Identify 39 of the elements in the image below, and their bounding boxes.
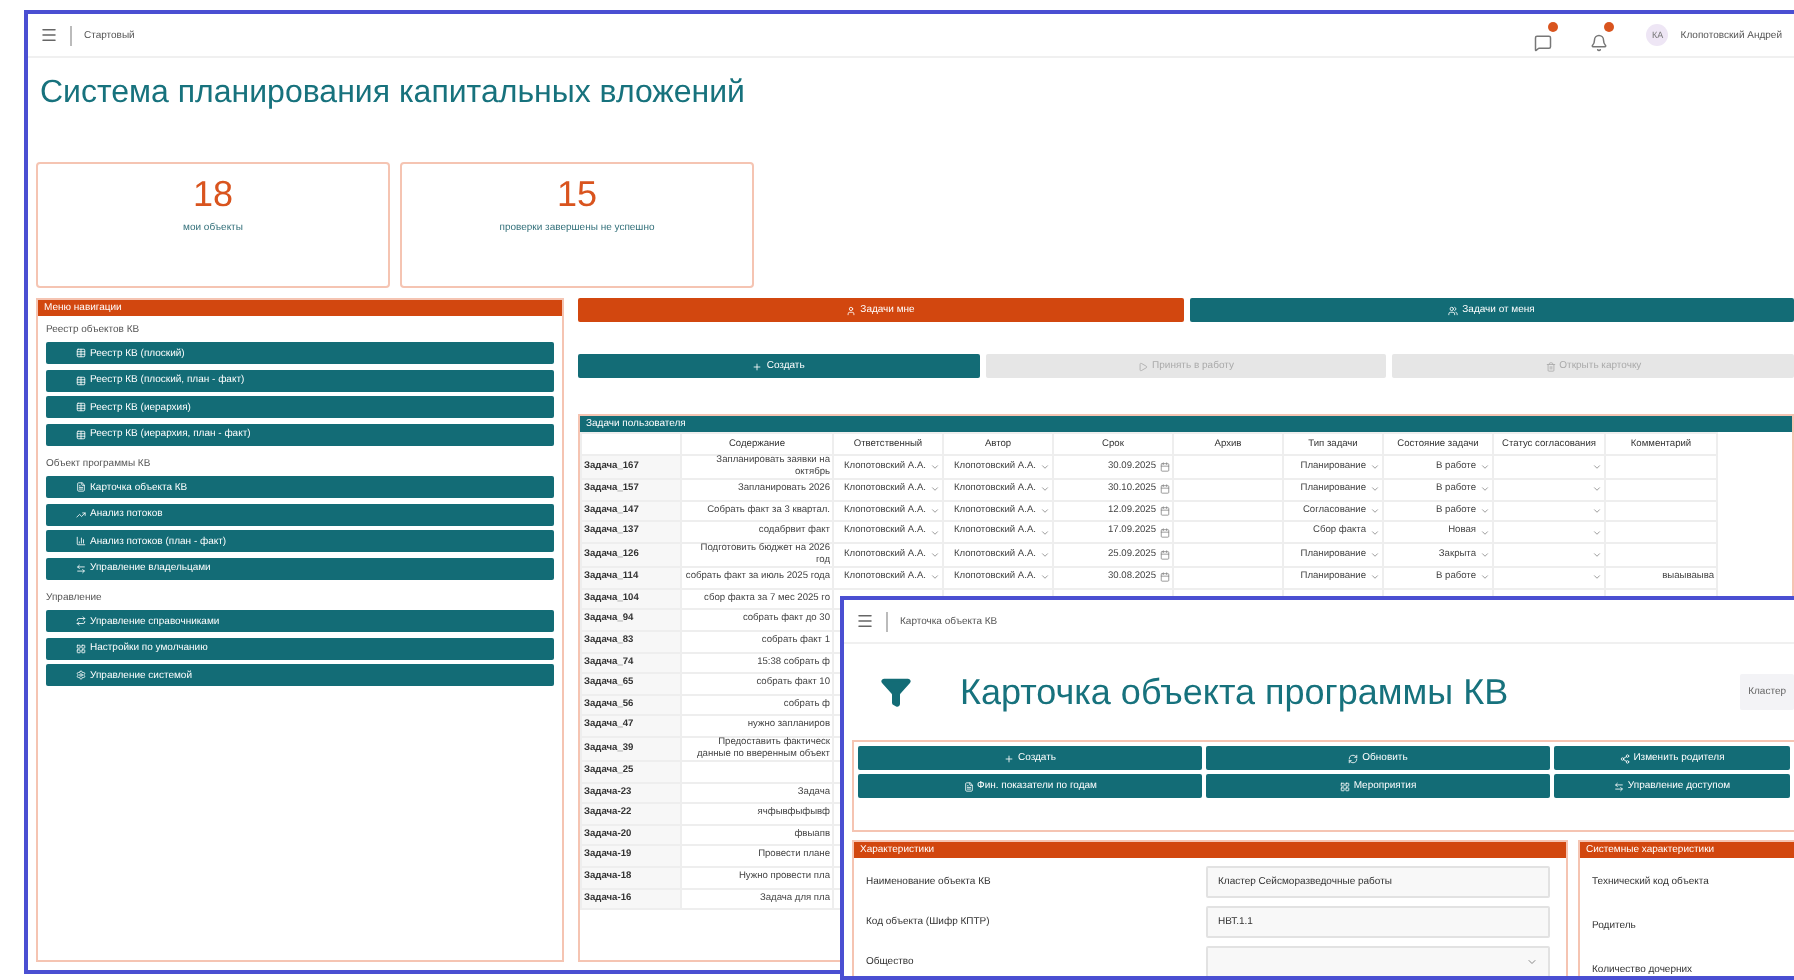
line-chart-icon: [76, 509, 86, 519]
filter-icon: [880, 676, 912, 708]
select-field[interactable]: [1206, 946, 1550, 976]
menu-icon[interactable]: [856, 612, 874, 630]
grid-icon: [76, 643, 86, 653]
refresh-icon: [1348, 753, 1359, 763]
play-icon: [1138, 361, 1149, 371]
chat-button[interactable]: [1534, 25, 1555, 45]
document-icon: [963, 781, 974, 791]
calendar-icon: [1160, 572, 1170, 583]
settings-icon: [76, 670, 86, 680]
trash-icon: [1545, 361, 1556, 371]
users-icon: [1448, 305, 1459, 315]
calendar-icon: [1160, 527, 1170, 538]
table-icon: [76, 402, 86, 412]
bar-chart-icon: [76, 536, 86, 546]
stat-value: 18: [192, 174, 234, 216]
plus-icon: [1003, 753, 1014, 763]
table-icon: [76, 348, 86, 358]
arrows-icon: [1613, 781, 1624, 791]
arrows-icon: [76, 563, 86, 573]
card-title: Карточка объекта программы КВ: [960, 671, 1509, 713]
calendar-icon: [1160, 484, 1170, 495]
menu-icon[interactable]: [40, 26, 58, 44]
document-icon: [76, 482, 86, 492]
table-icon: [76, 429, 86, 439]
calendar-icon: [1160, 550, 1170, 561]
calendar-icon: [1160, 506, 1170, 517]
grid-icon: [1339, 781, 1350, 791]
chevron-icon: [1526, 956, 1538, 968]
user-icon: [846, 305, 857, 315]
calendar-icon: [1160, 462, 1170, 473]
stat-value: 15: [556, 174, 598, 216]
share-icon: [1619, 753, 1630, 763]
arrows-icon: [76, 616, 86, 626]
plus-icon: [752, 361, 763, 371]
table-icon: [76, 375, 86, 385]
page-title: Система планирования капитальных вложений: [38, 74, 747, 114]
bell-button[interactable]: [1590, 25, 1611, 45]
